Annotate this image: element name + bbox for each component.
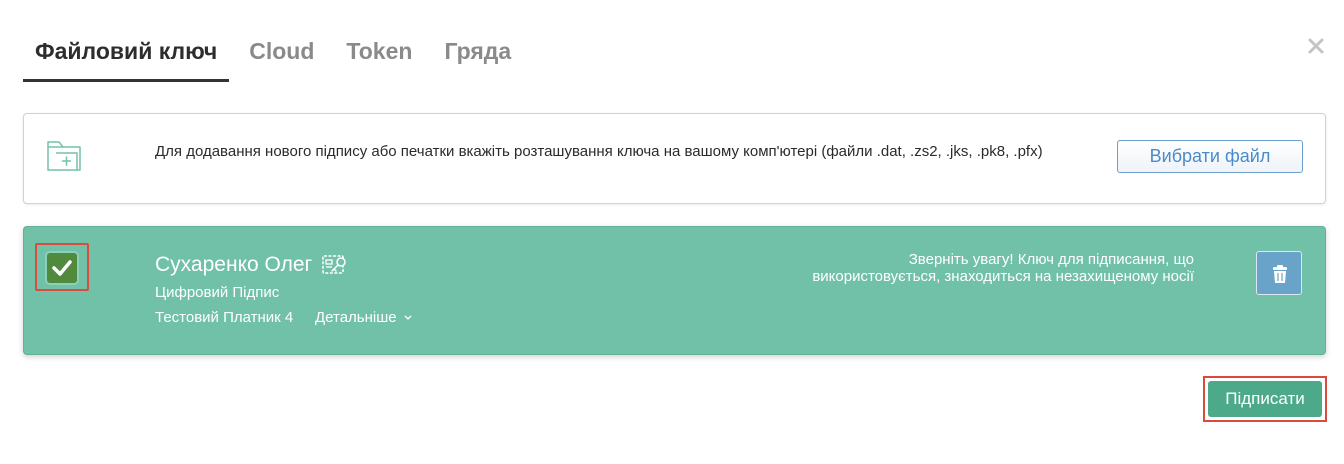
insecure-storage-warning: Зверніть увагу! Ключ для підписання, що … bbox=[812, 251, 1194, 285]
signature-type: Цифровий Підпис bbox=[155, 284, 280, 301]
tab-file-key[interactable]: Файловий ключ bbox=[23, 22, 230, 82]
key-owner-name: Сухаренко Олег bbox=[155, 253, 313, 276]
folder-add-icon bbox=[46, 137, 84, 173]
checkbox-highlight bbox=[35, 243, 89, 291]
sign-button[interactable]: Підписати bbox=[1208, 381, 1322, 417]
details-label: Детальніше bbox=[315, 309, 397, 326]
close-icon[interactable] bbox=[1306, 36, 1326, 56]
certificate-key-icon bbox=[322, 255, 346, 274]
delete-key-button[interactable] bbox=[1256, 251, 1302, 295]
sign-button-highlight: Підписати bbox=[1203, 376, 1327, 422]
tab-hryada[interactable]: Гряда bbox=[432, 22, 523, 82]
tab-cloud[interactable]: Cloud bbox=[237, 22, 326, 82]
key-card[interactable]: Сухаренко Олег Цифровий Підпис Тестовий … bbox=[23, 226, 1326, 355]
organization-name: Тестовий Платник 4 bbox=[155, 309, 294, 326]
file-instructions-text: Для додавання нового підпису або печатки… bbox=[155, 143, 1043, 160]
key-select-checkbox[interactable] bbox=[47, 253, 77, 283]
trash-icon bbox=[1273, 265, 1287, 283]
tab-token[interactable]: Token bbox=[334, 22, 424, 82]
chevron-down-icon bbox=[404, 315, 412, 320]
tab-bar: Файловий ключ Cloud Token Гряда bbox=[23, 22, 531, 82]
file-select-panel: Для додавання нового підпису або печатки… bbox=[23, 113, 1326, 204]
checkmark-icon bbox=[52, 260, 72, 276]
details-link[interactable]: Детальніше bbox=[315, 309, 413, 326]
choose-file-button[interactable]: Вибрати файл bbox=[1117, 140, 1303, 173]
key-owner: Сухаренко Олег bbox=[155, 253, 350, 277]
